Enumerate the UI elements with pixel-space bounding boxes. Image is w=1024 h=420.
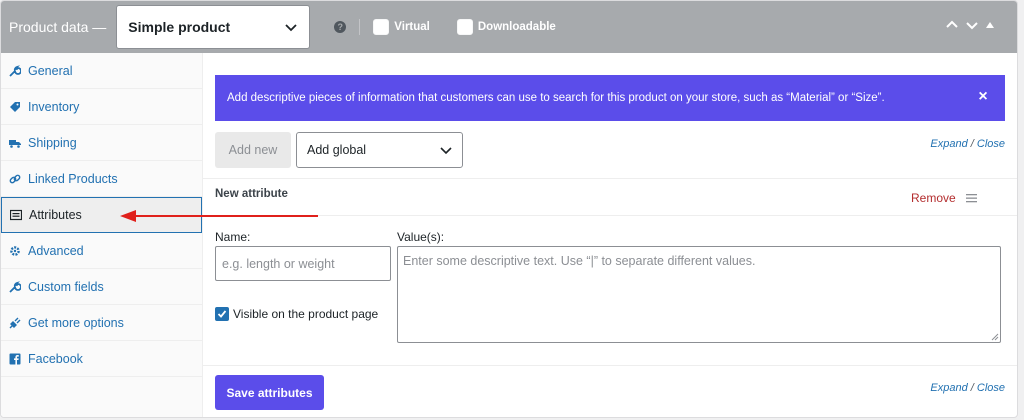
drag-handle-icon[interactable] (966, 193, 977, 203)
sidebar-item-label: Custom fields (28, 279, 104, 294)
sidebar-item-label: Get more options (28, 315, 124, 330)
link-separator: / (967, 382, 977, 394)
facebook-icon (9, 353, 21, 365)
chevron-up-icon[interactable] (945, 18, 959, 32)
expand-link[interactable]: Expand (930, 138, 967, 150)
panel-title: Product data — (9, 19, 107, 35)
downloadable-checkbox[interactable] (456, 19, 473, 35)
sidebar-item-get-more-options[interactable]: Get more options (1, 305, 202, 341)
header-separator (359, 19, 361, 35)
expand-close-links-bottom: Expand / Close (930, 382, 1005, 394)
sidebar-item-shipping[interactable]: Shipping (1, 125, 202, 161)
product-type-select[interactable]: Simple product (116, 5, 311, 49)
product-data-header: Product data — Simple product ? Virtual … (1, 1, 1017, 53)
info-notice: Add descriptive pieces of information th… (215, 75, 1005, 121)
chevron-down-icon (440, 147, 452, 155)
divider (203, 365, 1017, 366)
sidebar-item-label: Facebook (28, 351, 83, 366)
panel-toggle-controls (945, 18, 995, 32)
divider (203, 178, 1017, 179)
sidebar-item-label: General (28, 63, 73, 78)
attribute-name-input[interactable]: e.g. length or weight (215, 246, 391, 281)
gear-icon (9, 245, 21, 257)
plugin-icon (9, 317, 21, 329)
tag-icon (9, 101, 21, 113)
visible-on-product-page-checkbox[interactable] (215, 307, 229, 321)
checkmark-icon (217, 310, 227, 318)
wrench-icon (9, 64, 21, 77)
downloadable-label[interactable]: Downloadable (478, 21, 556, 33)
sidebar-item-inventory[interactable]: Inventory (1, 89, 202, 125)
red-arrow-annotation (120, 210, 318, 222)
link-separator: / (967, 138, 977, 150)
sidebar-item-custom-fields[interactable]: Custom fields (1, 269, 202, 305)
truck-icon (9, 137, 21, 149)
divider (203, 215, 1017, 216)
add-new-button[interactable]: Add new (215, 132, 291, 168)
product-data-tabs: General Inventory Shipping Linked Produc… (1, 53, 203, 417)
values-label: Value(s): (397, 230, 445, 244)
values-placeholder: Enter some descriptive text. Use “|” to … (403, 254, 756, 268)
close-icon[interactable]: × (975, 89, 991, 105)
save-attributes-button[interactable]: Save attributes (215, 375, 324, 410)
chevron-down-icon[interactable] (965, 18, 979, 32)
attributes-panel: Add descriptive pieces of information th… (203, 53, 1017, 417)
attribute-values-textarea[interactable]: Enter some descriptive text. Use “|” to … (397, 246, 1001, 343)
sidebar-item-facebook[interactable]: Facebook (1, 341, 202, 377)
sidebar-item-label: Linked Products (28, 171, 118, 186)
sidebar-item-advanced[interactable]: Advanced (1, 233, 202, 269)
remove-link[interactable]: Remove (911, 191, 956, 205)
sidebar-item-linked-products[interactable]: Linked Products (1, 161, 202, 197)
chevron-down-icon (285, 24, 297, 32)
sidebar-item-general[interactable]: General (1, 53, 202, 89)
notice-text: Add descriptive pieces of information th… (227, 92, 885, 104)
triangle-up-icon[interactable] (985, 20, 995, 30)
close-link[interactable]: Close (977, 382, 1005, 394)
expand-link[interactable]: Expand (930, 382, 967, 394)
list-icon (10, 209, 22, 221)
name-label: Name: (215, 230, 251, 244)
link-icon (9, 173, 21, 185)
sidebar-item-label: Attributes (29, 208, 82, 222)
visible-on-product-page-label[interactable]: Visible on the product page (233, 307, 378, 321)
resize-handle-icon[interactable] (991, 333, 999, 341)
add-global-value: Add global (307, 143, 367, 157)
sidebar-item-label: Inventory (28, 99, 80, 114)
attribute-title[interactable]: New attribute (215, 188, 288, 200)
virtual-label[interactable]: Virtual (394, 21, 430, 33)
close-link[interactable]: Close (977, 138, 1005, 150)
product-type-value: Simple product (128, 19, 231, 35)
help-icon[interactable]: ? (334, 21, 347, 33)
virtual-checkbox[interactable] (373, 19, 390, 35)
sidebar-item-label: Advanced (28, 243, 84, 258)
sidebar-item-label: Shipping (28, 135, 77, 150)
add-global-select[interactable]: Add global (296, 132, 463, 168)
wrench-icon (9, 280, 21, 293)
expand-close-links-top: Expand / Close (930, 138, 1005, 150)
